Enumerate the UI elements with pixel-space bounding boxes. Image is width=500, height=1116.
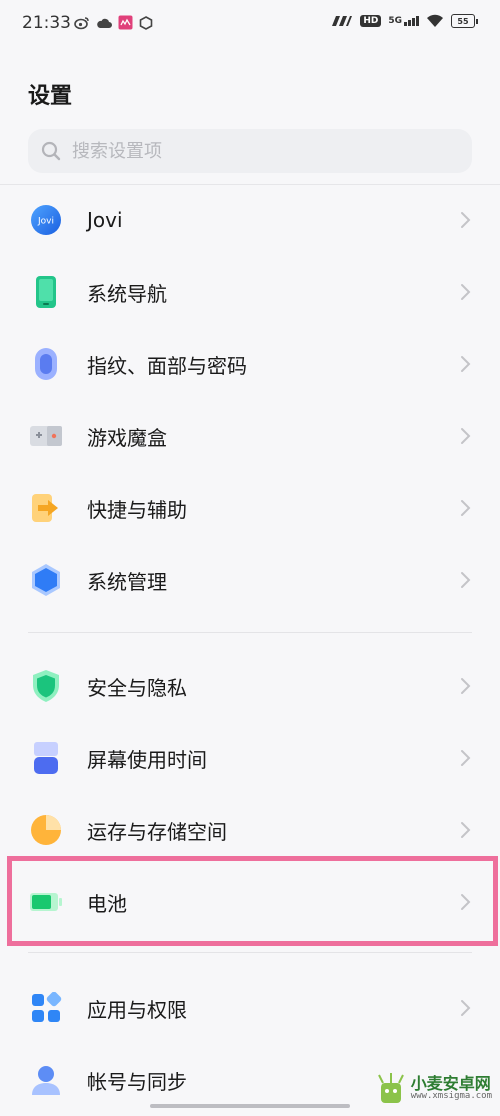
cloud-icon — [97, 18, 112, 28]
apps-grid-icon — [28, 990, 64, 1026]
settings-item-fingerprint-face-password[interactable]: 指纹、面部与密码 — [0, 328, 500, 400]
battery-status-icon: 55 — [451, 14, 478, 28]
settings-item-system-navigation[interactable]: 系统导航 — [0, 256, 500, 328]
chevron-right-icon — [461, 750, 471, 766]
watermark-title: 小麦安卓网 — [410, 1073, 491, 1093]
chevron-right-icon — [461, 356, 471, 372]
settings-item-system-management[interactable]: 系统管理 — [0, 544, 500, 616]
shortcut-arrow-icon — [28, 490, 64, 526]
status-bar: 21:33 HD 5G 55 — [0, 0, 500, 50]
battery-icon — [28, 884, 64, 920]
phone-icon — [28, 274, 64, 310]
jovi-icon-text: Jovi — [37, 217, 54, 227]
battery-level: 55 — [451, 14, 475, 28]
settings-item-label: 屏幕使用时间 — [87, 747, 207, 772]
chevron-right-icon — [461, 212, 471, 228]
watermark-logo-icon — [377, 1073, 404, 1103]
watermark: 小麦安卓网 www.xmsigma.com — [375, 1071, 492, 1105]
status-time: 21:33 — [22, 13, 71, 33]
settings-item-screen-time[interactable]: 屏幕使用时间 — [0, 722, 500, 794]
settings-item-label: 安全与隐私 — [87, 675, 187, 700]
weibo-icon — [74, 16, 89, 29]
location-icon — [139, 15, 153, 30]
signal-icon: 5G — [388, 16, 419, 26]
search-bar[interactable] — [28, 129, 472, 173]
settings-item-apps-permissions[interactable]: 应用与权限 — [0, 972, 500, 1044]
settings-item-label: Jovi — [87, 208, 123, 232]
account-icon — [28, 1062, 64, 1098]
hourglass-icon — [28, 740, 64, 776]
settings-item-label: 指纹、面部与密码 — [87, 353, 247, 378]
watermark-url: www.xmsigma.com — [410, 1090, 492, 1101]
chevron-right-icon — [461, 1000, 471, 1016]
volte-icon — [332, 16, 353, 26]
search-input[interactable] — [70, 139, 454, 163]
settings-item-label: 系统导航 — [87, 281, 167, 306]
settings-item-memory-storage[interactable]: 运存与存储空间 — [0, 794, 500, 866]
settings-item-label: 游戏魔盒 — [87, 425, 167, 450]
settings-item-label: 快捷与辅助 — [87, 497, 187, 522]
network-type: 5G — [388, 16, 402, 26]
chevron-right-icon — [461, 284, 471, 300]
notification-icons — [74, 15, 153, 30]
settings-item-label: 运存与存储空间 — [87, 819, 227, 844]
fingerprint-icon — [28, 346, 64, 382]
chevron-right-icon — [461, 894, 471, 910]
settings-item-label: 应用与权限 — [87, 997, 187, 1022]
settings-item-jovi[interactable]: Jovi Jovi — [0, 184, 500, 256]
settings-item-label: 系统管理 — [87, 569, 167, 594]
search-icon — [41, 141, 61, 161]
home-indicator[interactable] — [150, 1104, 350, 1108]
jovi-icon: Jovi — [28, 202, 64, 238]
wifi-icon — [427, 14, 443, 27]
app-notification-icon — [118, 15, 133, 30]
group-divider — [28, 952, 472, 953]
chevron-right-icon — [461, 500, 471, 516]
settings-item-label: 帐号与同步 — [87, 1069, 187, 1094]
settings-item-battery[interactable]: 电池 — [0, 866, 500, 938]
status-right-icons: HD 5G 55 — [331, 14, 478, 28]
settings-item-game-box[interactable]: 游戏魔盒 — [0, 400, 500, 472]
shield-icon — [28, 668, 64, 704]
gamepad-icon — [28, 418, 64, 454]
chevron-right-icon — [461, 428, 471, 444]
page-title: 设置 — [28, 84, 73, 109]
hd-icon: HD — [360, 15, 382, 27]
settings-item-security-privacy[interactable]: 安全与隐私 — [0, 650, 500, 722]
group-divider — [28, 632, 472, 633]
pie-chart-icon — [28, 812, 64, 848]
chevron-right-icon — [461, 572, 471, 588]
chevron-right-icon — [461, 678, 471, 694]
hexagon-icon — [28, 562, 64, 598]
settings-item-shortcuts-accessibility[interactable]: 快捷与辅助 — [0, 472, 500, 544]
chevron-right-icon — [461, 822, 471, 838]
settings-item-label: 电池 — [87, 891, 127, 916]
